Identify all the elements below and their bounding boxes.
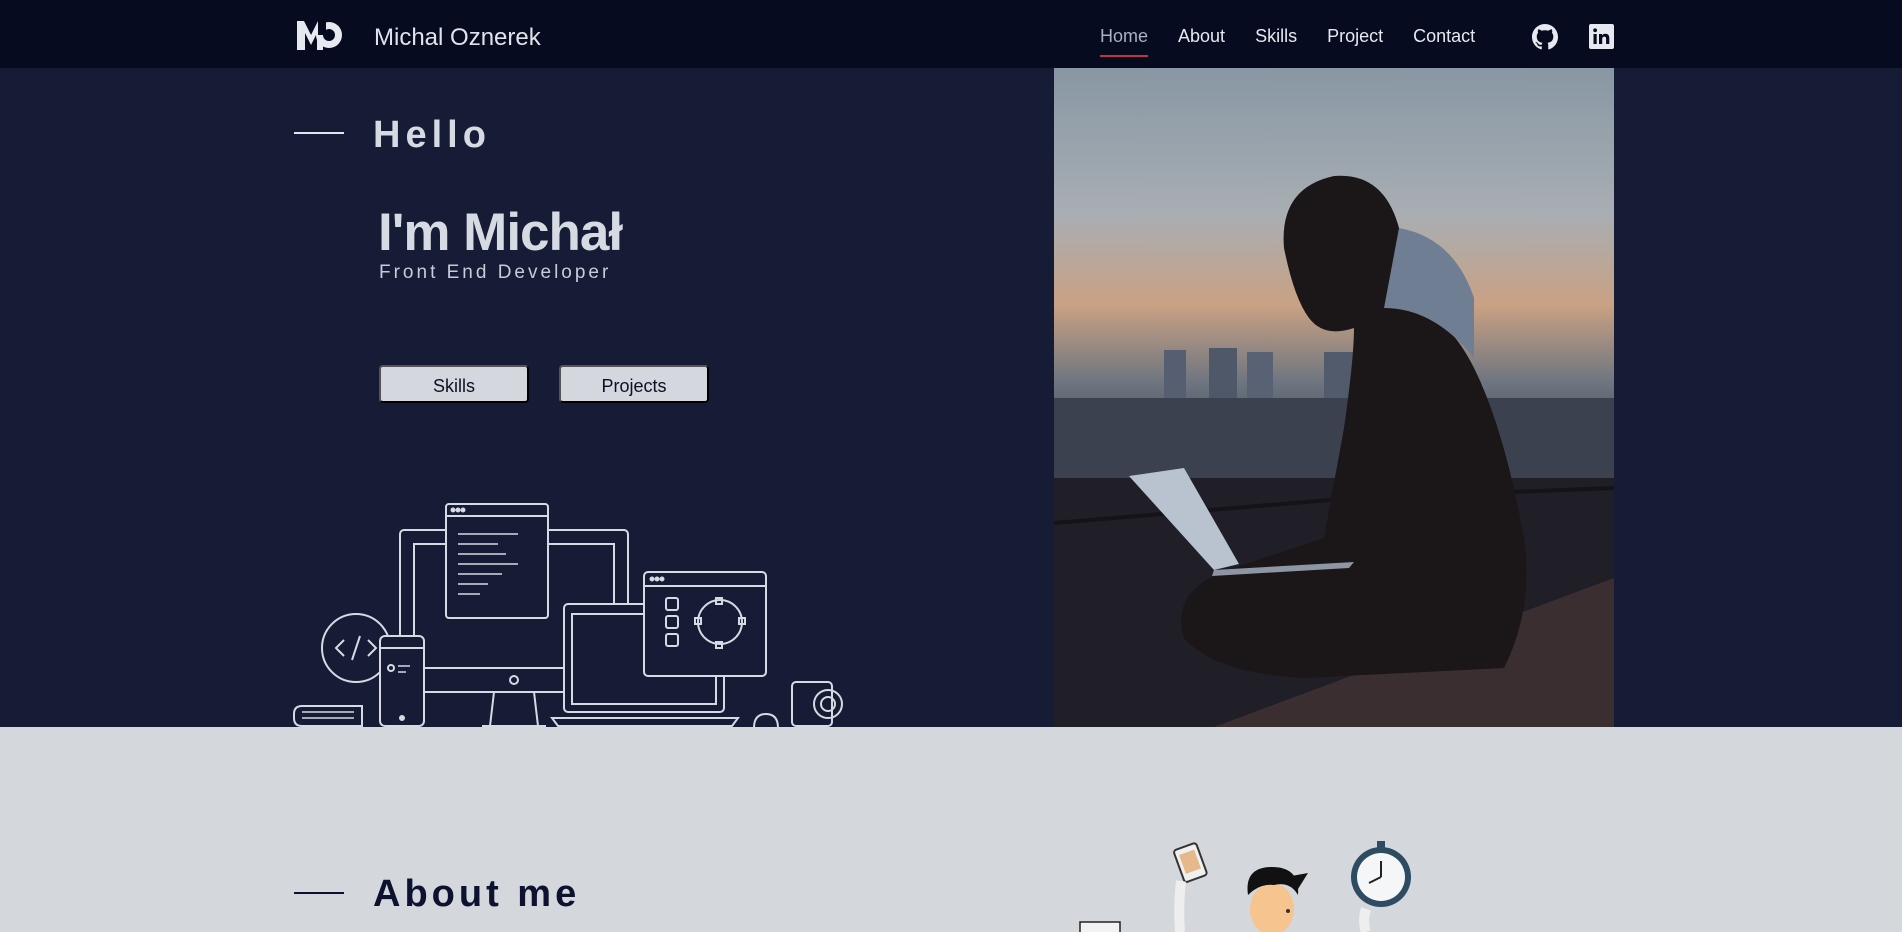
- hero-section: Hello I'm Michał Front End Developer Ski…: [0, 68, 1902, 727]
- nav-link-about[interactable]: About: [1178, 26, 1225, 47]
- nav-links: Home About Skills Project Contact: [1100, 26, 1505, 57]
- navbar: Michal Oznerek Home About Skills Project…: [0, 0, 1902, 68]
- mo-logo-icon[interactable]: [296, 18, 344, 52]
- hello-divider: [294, 132, 344, 134]
- projects-button[interactable]: Projects: [559, 365, 709, 403]
- linkedin-icon[interactable]: [1589, 24, 1614, 49]
- github-icon[interactable]: [1532, 24, 1558, 50]
- hello-heading: Hello: [373, 114, 491, 156]
- devices-illustration-icon: [293, 503, 843, 727]
- brand-name[interactable]: Michal Oznerek: [374, 24, 541, 52]
- hero-photo: [1054, 68, 1614, 727]
- busy-developer-illustration-icon: [1079, 841, 1411, 932]
- hero-name: I'm Michał: [378, 203, 623, 262]
- about-divider: [294, 892, 344, 894]
- nav-link-skills[interactable]: Skills: [1255, 26, 1297, 47]
- hero-role: Front End Developer: [379, 262, 612, 283]
- nav-link-contact[interactable]: Contact: [1413, 26, 1475, 47]
- about-section: About me: [0, 727, 1902, 932]
- nav-link-home[interactable]: Home: [1100, 26, 1149, 57]
- nav-link-project[interactable]: Project: [1327, 26, 1383, 47]
- skills-button[interactable]: Skills: [379, 365, 529, 403]
- about-heading: About me: [373, 873, 581, 915]
